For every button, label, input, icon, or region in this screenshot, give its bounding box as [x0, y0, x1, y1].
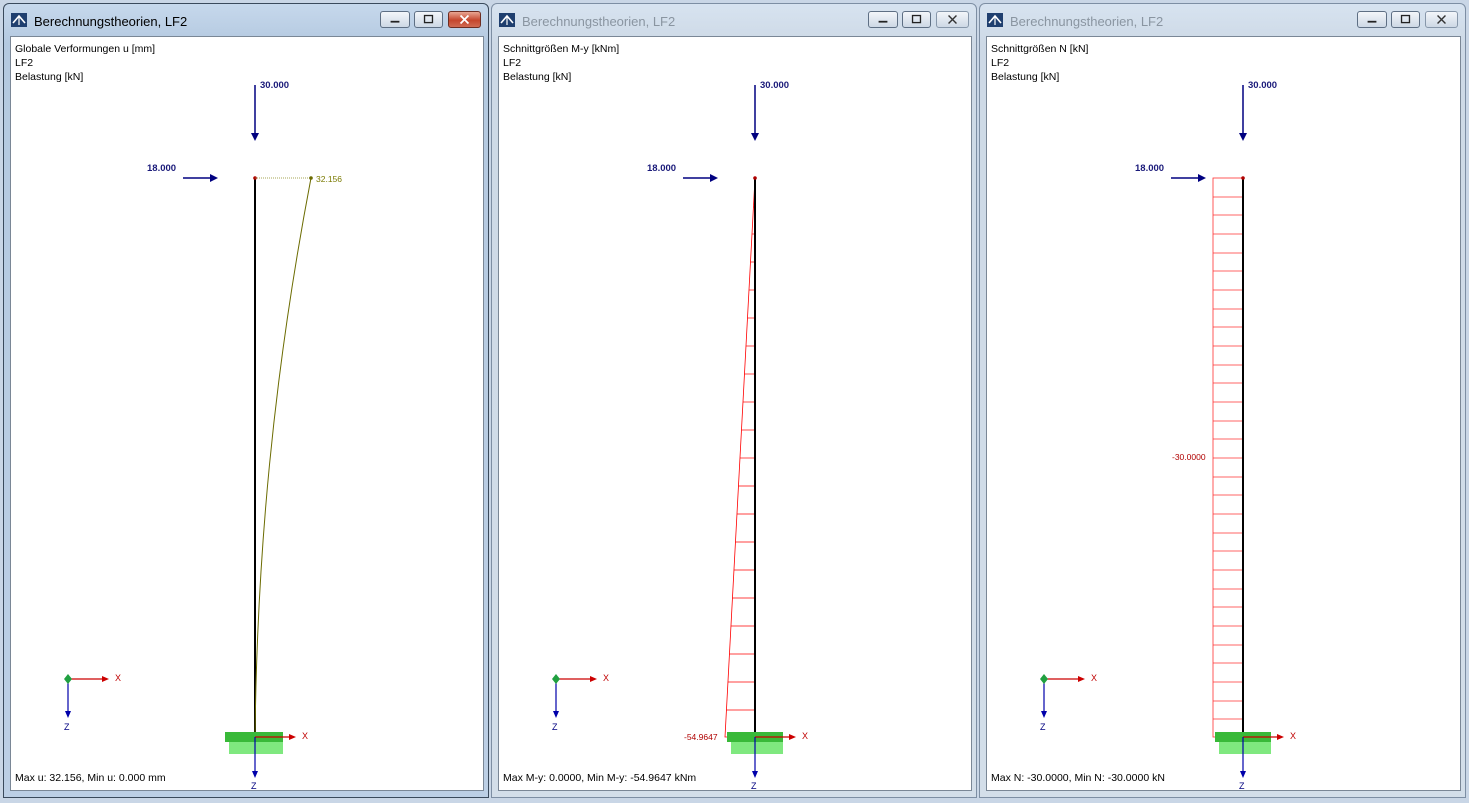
maximize-icon — [1400, 14, 1411, 24]
minimize-button[interactable] — [1357, 11, 1387, 28]
maximize-button[interactable] — [414, 11, 443, 28]
horizontal-load-value: 18.000 — [1135, 163, 1165, 174]
minimize-icon — [390, 20, 400, 23]
minimize-button[interactable] — [868, 11, 898, 28]
close-icon — [459, 14, 470, 25]
member-x-axis-label: X — [302, 731, 309, 741]
status-summary: Max u: 32.156, Min u: 0.000 mm — [15, 772, 166, 784]
app-icon — [499, 13, 515, 27]
title-bar[interactable]: Berechnungstheorien, LF2 — [492, 4, 976, 36]
window-normal-force[interactable]: Berechnungstheorien, LF2 Schnittgrößen N… — [979, 3, 1466, 798]
graphics-view[interactable]: Schnittgrößen M-y [kNm] LF2 Belastung [k… — [498, 36, 972, 791]
member-z-axis-label: Z — [751, 781, 757, 791]
maximize-icon — [911, 14, 922, 24]
global-z-axis-label: Z — [1040, 722, 1046, 732]
status-summary: Max N: -30.0000, Min N: -30.0000 kN — [991, 772, 1165, 784]
app-icon — [11, 13, 27, 27]
global-z-axis-label: Z — [552, 722, 558, 732]
minimize-icon — [1367, 20, 1377, 23]
close-button[interactable] — [448, 11, 481, 28]
global-x-axis-label: X — [603, 673, 610, 683]
window-title: Berechnungstheorien, LF2 — [522, 14, 676, 29]
horizontal-load-value: 18.000 — [147, 163, 177, 174]
max-deformation-label: 32.156 — [316, 174, 342, 184]
maximize-button[interactable] — [902, 11, 931, 28]
status-summary: Max M-y: 0.0000, Min M-y: -54.9647 kNm — [503, 772, 697, 784]
normal-force-label: -30.0000 — [1172, 452, 1206, 462]
global-x-axis-label: X — [115, 673, 122, 683]
horizontal-load-value: 18.000 — [647, 163, 677, 174]
window-moment[interactable]: Berechnungstheorien, LF2 Schnittgrößen M… — [491, 3, 977, 798]
close-button[interactable] — [936, 11, 969, 28]
maximize-button[interactable] — [1391, 11, 1420, 28]
member-z-axis-label: Z — [1239, 781, 1245, 791]
window-title: Berechnungstheorien, LF2 — [1010, 14, 1164, 29]
graphics-view[interactable]: Schnittgrößen N [kN] LF2 Belastung [kN] — [986, 36, 1461, 791]
member-x-axis-label: X — [1290, 731, 1297, 741]
minimize-button[interactable] — [380, 11, 410, 28]
global-x-axis-label: X — [1091, 673, 1098, 683]
close-button[interactable] — [1425, 11, 1458, 28]
close-icon — [1437, 15, 1446, 24]
member-x-axis-label: X — [802, 731, 809, 741]
window-deformation[interactable]: Berechnungstheorien, LF2 Globale Verform… — [3, 3, 489, 798]
graphics-view[interactable]: Globale Verformungen u [mm] LF2 Belastun… — [10, 36, 484, 791]
global-z-axis-label: Z — [64, 722, 70, 732]
vertical-load-value: 30.000 — [260, 80, 290, 91]
app-icon — [987, 13, 1003, 27]
member-z-axis-label: Z — [251, 781, 257, 791]
title-bar[interactable]: Berechnungstheorien, LF2 — [980, 4, 1465, 36]
vertical-load-value: 30.000 — [1248, 80, 1278, 91]
window-title: Berechnungstheorien, LF2 — [34, 14, 188, 29]
minimize-icon — [878, 20, 888, 23]
close-icon — [948, 15, 957, 24]
vertical-load-value: 30.000 — [760, 80, 790, 91]
structure-drawing — [1040, 85, 1284, 778]
maximize-icon — [423, 14, 434, 24]
structure-drawing — [64, 85, 313, 778]
title-bar[interactable]: Berechnungstheorien, LF2 — [4, 4, 488, 36]
min-moment-label: -54.9647 — [684, 732, 718, 742]
structure-drawing — [552, 85, 796, 778]
